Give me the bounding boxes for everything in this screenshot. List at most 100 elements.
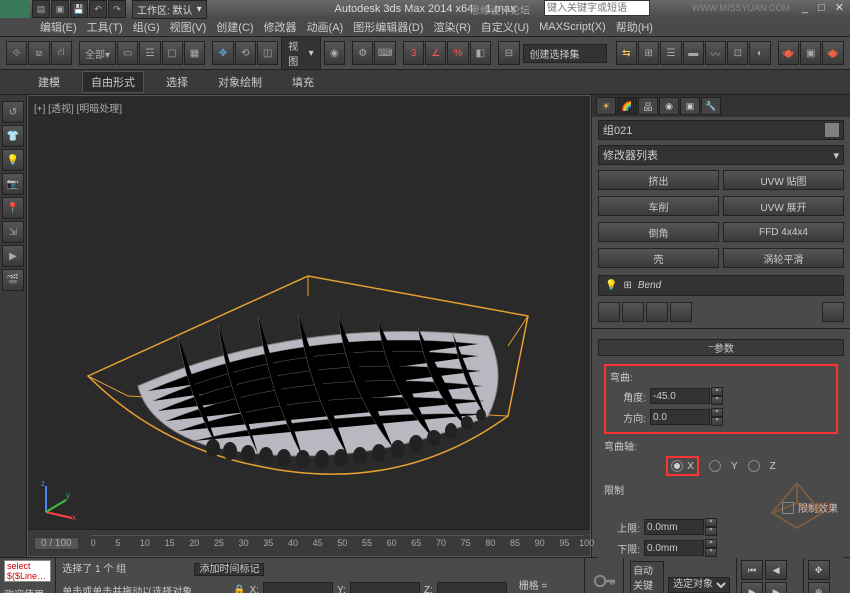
film-icon[interactable]: 🎬 — [2, 269, 24, 291]
color-swatch[interactable] — [825, 123, 839, 137]
coord-system[interactable]: 视图▾ — [281, 36, 320, 70]
key-icon[interactable] — [591, 568, 617, 593]
angle-input[interactable] — [650, 388, 710, 404]
help-search-input[interactable] — [544, 0, 650, 16]
ribbon-icon[interactable]: ▬ — [683, 41, 704, 65]
radio-z[interactable] — [748, 460, 760, 472]
schematic-icon[interactable]: ⊡ — [727, 41, 748, 65]
timeline-ruler[interactable]: 05 1015 2025 3035 4045 5055 6065 7075 80… — [91, 535, 584, 552]
frame-indicator[interactable]: 0 / 100 — [34, 537, 79, 550]
curve-ed-icon[interactable]: 〰 — [705, 41, 726, 65]
viewport-label[interactable]: [+] [透视] [明暗处理] — [34, 100, 122, 115]
play-icon[interactable]: ▶ — [2, 245, 24, 267]
mat-ed-icon[interactable]: ◐ — [749, 41, 770, 65]
minimize-icon[interactable]: _ — [802, 2, 808, 14]
tab-modeling[interactable]: 建模 — [30, 72, 68, 92]
workspace-dropdown[interactable]: 工作区: 默认▾ — [132, 0, 207, 19]
link-icon[interactable]: ⟐ — [6, 41, 27, 65]
next-frame-icon[interactable]: ▶ — [765, 582, 787, 593]
menu-group[interactable]: 组(G) — [129, 19, 164, 35]
spinner-down-icon[interactable]: ▾ — [711, 417, 723, 426]
manip-icon[interactable]: ⚙ — [352, 41, 373, 65]
render-frame-icon[interactable]: ▣ — [800, 41, 821, 65]
btn-uvwmap[interactable]: UVW 贴图 — [723, 170, 844, 190]
key-toggle-icon[interactable]: ⌨ — [374, 41, 395, 65]
close-icon[interactable]: ✕ — [835, 1, 844, 14]
menu-render[interactable]: 渲染(R) — [430, 19, 475, 35]
menu-help[interactable]: 帮助(H) — [612, 19, 657, 35]
stack-expand-icon[interactable]: ⊞ — [623, 280, 631, 291]
config-sets-icon[interactable] — [822, 302, 844, 322]
menu-graph[interactable]: 图形编辑器(D) — [349, 19, 427, 35]
spinner-snap-icon[interactable]: ◧ — [470, 41, 491, 65]
btn-ffd[interactable]: FFD 4x4x4 — [723, 222, 844, 242]
bulb-icon[interactable]: 💡 — [605, 280, 617, 291]
window-cross-icon[interactable]: ▦ — [184, 41, 205, 65]
mirror-icon[interactable]: ⇆ — [616, 41, 637, 65]
remove-mod-icon[interactable] — [670, 302, 692, 322]
tab-fill[interactable]: 填充 — [284, 72, 322, 92]
spinner-down-icon[interactable]: ▾ — [705, 527, 717, 536]
layers-icon[interactable]: ☰ — [660, 41, 681, 65]
unique-icon[interactable] — [646, 302, 668, 322]
unlink-icon[interactable]: ⟏ — [28, 41, 49, 65]
menu-create[interactable]: 创建(C) — [212, 19, 257, 35]
btn-bevel[interactable]: 倒角 — [598, 222, 719, 242]
open-icon[interactable]: ▣ — [51, 0, 69, 18]
x-input[interactable] — [263, 582, 333, 593]
angle-snap-icon[interactable]: ∠ — [425, 41, 446, 65]
select-icon[interactable]: ▭ — [117, 41, 138, 65]
direction-input[interactable] — [650, 409, 710, 425]
render-icon[interactable]: 🫖 — [822, 41, 843, 65]
tab-objectpaint[interactable]: 对象绘制 — [210, 72, 270, 92]
tab-modify-icon[interactable]: 🌈 — [617, 97, 637, 115]
play-icon[interactable]: ▶ — [741, 582, 763, 593]
move-icon[interactable]: ✥ — [212, 41, 233, 65]
tab-freeform[interactable]: 自由形式 — [82, 71, 144, 93]
z-input[interactable] — [437, 582, 507, 593]
named-sel-icon[interactable]: ⊟ — [498, 41, 519, 65]
arc-icon[interactable]: ⊕ — [808, 582, 830, 593]
inside-icon[interactable]: ↺ — [2, 101, 24, 123]
cam-icon[interactable]: 📷 — [2, 173, 24, 195]
bind-icon[interactable]: ⛙ — [51, 41, 72, 65]
viewport[interactable]: [+] [透视] [明暗处理] — [27, 95, 591, 557]
tab-hierarchy-icon[interactable]: 品 — [638, 97, 658, 115]
menu-tools[interactable]: 工具(T) — [83, 19, 127, 35]
percent-snap-icon[interactable]: % — [447, 41, 468, 65]
radio-x[interactable] — [671, 460, 683, 472]
select-name-icon[interactable]: ☲ — [139, 41, 160, 65]
menu-view[interactable]: 视图(V) — [166, 19, 211, 35]
btn-turbosmooth[interactable]: 涡轮平滑 — [723, 248, 844, 268]
tab-utility-icon[interactable]: 🔧 — [701, 97, 721, 115]
key-target-select[interactable]: 选定对象 — [668, 577, 730, 593]
rollout-params[interactable]: − 参数 — [598, 339, 844, 356]
spinner-down-icon[interactable]: ▾ — [711, 396, 723, 405]
menu-customize[interactable]: 自定义(U) — [477, 19, 533, 35]
tab-create-icon[interactable]: ☀ — [596, 97, 616, 115]
menu-modifiers[interactable]: 修改器 — [260, 19, 301, 35]
btn-shell[interactable]: 壳 — [598, 248, 719, 268]
btn-unwrap[interactable]: UVW 展开 — [723, 196, 844, 216]
tab-display-icon[interactable]: ▣ — [680, 97, 700, 115]
select-region-icon[interactable]: ▢ — [162, 41, 183, 65]
lock-icon[interactable]: 🔒 — [233, 585, 245, 593]
app-icon[interactable] — [0, 0, 30, 18]
autokey-button[interactable]: 自动关键点 — [630, 561, 664, 593]
spinner-up-icon[interactable]: ▴ — [705, 539, 717, 548]
stack-bend[interactable]: Bend — [638, 280, 661, 291]
align-icon[interactable]: ⊞ — [638, 41, 659, 65]
menu-maxscript[interactable]: MAXScript(X) — [535, 21, 610, 33]
pan-icon[interactable]: ✥ — [808, 560, 830, 580]
time-slider[interactable]: 0 / 100 05 1015 2025 3035 4045 5055 6065… — [28, 529, 590, 556]
btn-lathe[interactable]: 车削 — [598, 196, 719, 216]
tshirt-icon[interactable]: 👕 — [2, 125, 24, 147]
radio-y[interactable] — [709, 460, 721, 472]
spinner-down-icon[interactable]: ▾ — [705, 548, 717, 557]
lower-input[interactable] — [644, 540, 704, 556]
rotate-icon[interactable]: ⟲ — [235, 41, 256, 65]
snap-icon[interactable]: 3 — [403, 41, 424, 65]
pin-icon[interactable]: 📍 — [2, 197, 24, 219]
render-setup-icon[interactable]: 🫖 — [778, 41, 799, 65]
pin-stack-icon[interactable] — [598, 302, 620, 322]
